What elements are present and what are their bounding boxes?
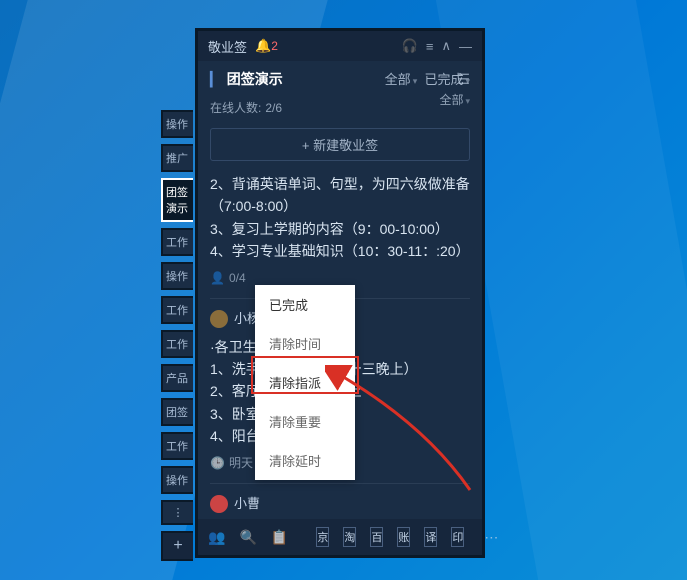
side-tabs: 操作 推广 团签演示 工作 操作 工作 工作 产品 团签 工作 操作 ⋮ +: [161, 110, 193, 561]
footer-btn-2[interactable]: 淘: [343, 527, 356, 547]
tab-7[interactable]: 工作: [161, 330, 193, 358]
person-icon: 👤: [210, 269, 225, 288]
note1-meta-text: 0/4: [229, 269, 246, 288]
tab-4[interactable]: 工作: [161, 228, 193, 256]
tab-active[interactable]: 团签演示: [161, 178, 193, 222]
tab-2[interactable]: 推广: [161, 144, 193, 172]
footer-btn-1[interactable]: 京: [316, 527, 329, 547]
tab-more[interactable]: ⋮: [161, 500, 193, 525]
filter-all[interactable]: 全部: [385, 72, 411, 87]
avatar2: [210, 495, 228, 513]
filter-all2[interactable]: 全部: [439, 93, 463, 107]
tab-1[interactable]: 操作: [161, 110, 193, 138]
footer-more-icon[interactable]: ⋯: [484, 529, 498, 546]
filter-done[interactable]: 已完成: [424, 72, 463, 87]
new-note-button[interactable]: + 新建敬业签: [210, 128, 470, 161]
footer-btn-6[interactable]: 印: [451, 527, 464, 547]
notif-count: 2: [271, 39, 278, 53]
clock-icon: 🕒: [210, 454, 225, 473]
calendar-icon[interactable]: 📋: [271, 529, 288, 546]
online-count: 2/6: [265, 101, 282, 115]
menu-icon[interactable]: ≡: [426, 39, 434, 54]
note1-line2: 3、复习上学期的内容（9：00-10:00）: [210, 218, 470, 240]
tab-9[interactable]: 团签: [161, 398, 193, 426]
footer-btn-4[interactable]: 账: [397, 527, 410, 547]
separator2: [210, 483, 470, 484]
ctx-clear-delay[interactable]: 清除延时: [255, 441, 355, 480]
avatar: [210, 310, 228, 328]
footer-btn-5[interactable]: 译: [424, 527, 437, 547]
tab-10[interactable]: 工作: [161, 432, 193, 460]
context-menu: 已完成 清除时间 清除指派 清除重要 清除延时: [255, 285, 355, 480]
online-label: 在线人数:: [210, 99, 261, 116]
tab-add[interactable]: +: [161, 531, 193, 561]
up-icon[interactable]: ∧: [441, 38, 451, 54]
members-icon[interactable]: 👥: [208, 529, 225, 546]
titlebar: 敬业签 🔔2 🎧 ≡ ∧ —: [198, 31, 482, 61]
search-icon[interactable]: 🔍: [239, 529, 256, 546]
ctx-done[interactable]: 已完成: [255, 285, 355, 324]
user2-name: 小曹: [234, 494, 260, 515]
tab-5[interactable]: 操作: [161, 262, 193, 290]
app-name: 敬业签: [208, 37, 247, 56]
note1-line3: 4、学习专业基础知识（10：30-11：:20）: [210, 240, 470, 262]
ctx-clear-assign[interactable]: 清除指派: [255, 363, 355, 402]
headphone-icon[interactable]: 🎧: [402, 38, 418, 54]
note1-line1: 2、背诵英语单词、句型，为四六级做准备（7:00-8:00）: [210, 173, 470, 218]
minimize-icon[interactable]: —: [459, 39, 472, 54]
tab-8[interactable]: 产品: [161, 364, 193, 392]
ctx-clear-time[interactable]: 清除时间: [255, 324, 355, 363]
ctx-clear-important[interactable]: 清除重要: [255, 402, 355, 441]
board-bar: ▎: [210, 71, 221, 88]
footer: 👥 🔍 📋 京 淘 百 账 译 印 ⋯: [198, 519, 482, 555]
tab-6[interactable]: 工作: [161, 296, 193, 324]
user2-row: 小曹: [210, 494, 470, 515]
footer-btn-3[interactable]: 百: [370, 527, 383, 547]
note2-meta-text: 明天: [229, 454, 253, 473]
bell-icon[interactable]: 🔔2: [255, 38, 278, 54]
tab-11[interactable]: 操作: [161, 466, 193, 494]
